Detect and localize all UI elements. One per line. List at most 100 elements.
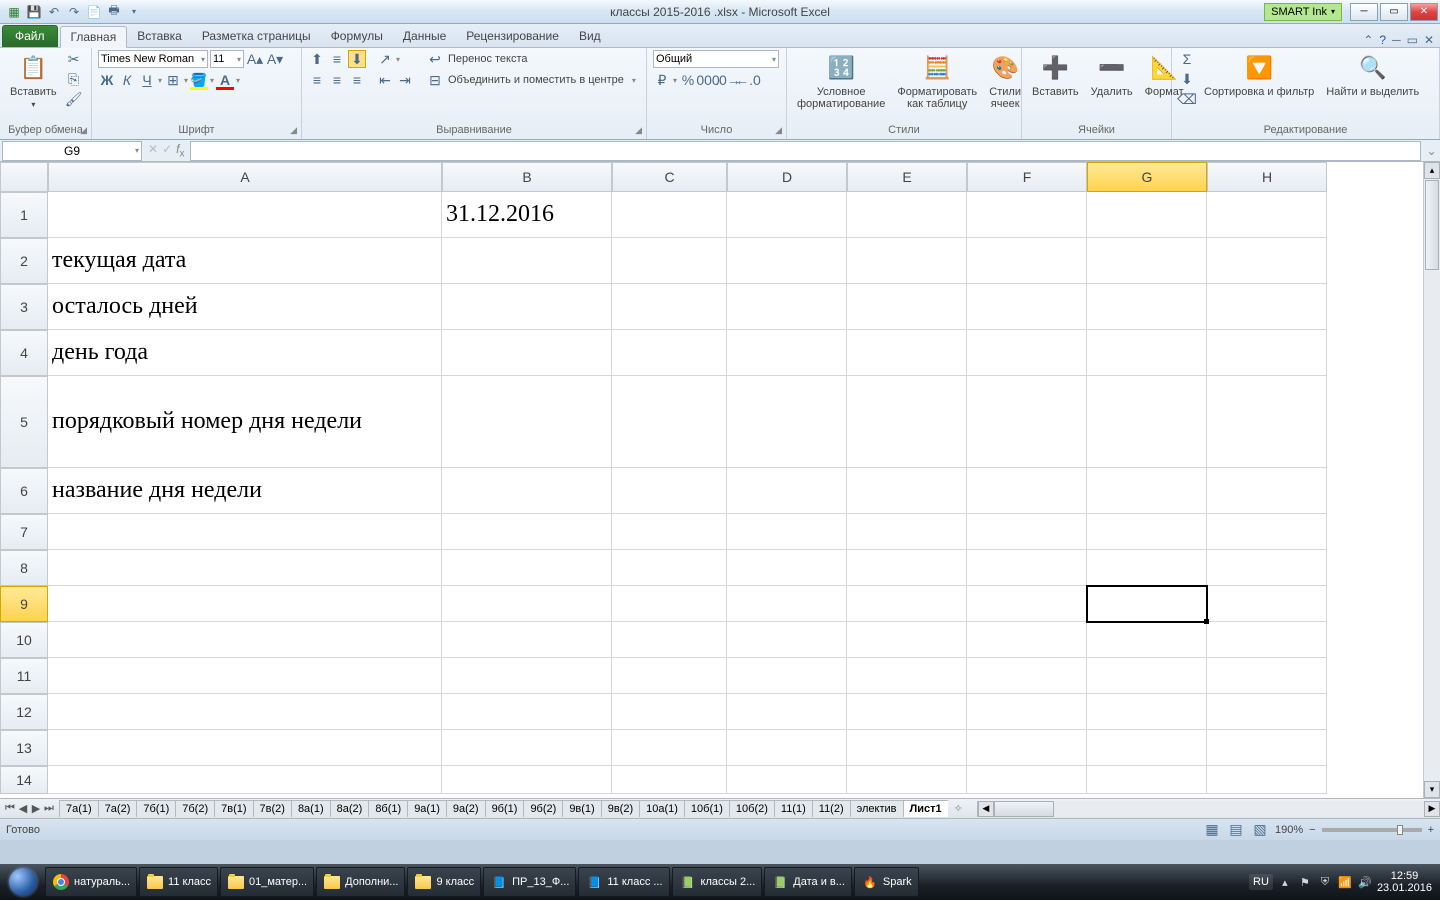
sheet-tab[interactable]: Лист1 (903, 800, 948, 817)
zoom-level[interactable]: 190% (1275, 824, 1303, 836)
cell[interactable] (1087, 376, 1207, 468)
zoom-in-icon[interactable]: + (1428, 824, 1434, 836)
ribbon-tab-Рецензирование[interactable]: Рецензирование (456, 26, 569, 47)
column-header[interactable]: B (442, 162, 612, 192)
taskbar-item[interactable]: Дополни... (316, 867, 405, 897)
align-top-icon[interactable]: ⬆ (308, 50, 326, 68)
cell[interactable] (967, 694, 1087, 730)
shrink-font-icon[interactable]: A▾ (266, 50, 284, 68)
file-tab[interactable]: Файл (2, 25, 58, 47)
cell[interactable] (727, 284, 847, 330)
cell[interactable] (442, 238, 612, 284)
cell[interactable] (612, 622, 727, 658)
cancel-formula-icon[interactable]: ✕ (148, 142, 158, 159)
cell[interactable] (612, 730, 727, 766)
qat-icon-2[interactable]: 🖶 (106, 4, 122, 20)
border-icon[interactable]: ⊞ (164, 71, 182, 89)
sheet-tab[interactable]: 7б(1) (136, 800, 176, 817)
cell[interactable] (1087, 586, 1207, 622)
cell[interactable] (612, 192, 727, 238)
cell[interactable] (967, 192, 1087, 238)
help-icon[interactable]: ? (1379, 33, 1386, 47)
merge-center-button[interactable]: ⊟Объединить и поместить в центре▾ (426, 71, 636, 89)
save-icon[interactable]: 💾 (26, 4, 42, 20)
cell[interactable] (1207, 694, 1327, 730)
cell[interactable] (847, 694, 967, 730)
new-sheet-icon[interactable]: ✧ (948, 802, 969, 815)
cell[interactable] (612, 284, 727, 330)
cell[interactable] (727, 658, 847, 694)
cell[interactable] (727, 586, 847, 622)
sheet-tab[interactable]: электив (850, 800, 904, 817)
view-page-break-icon[interactable]: ▧ (1251, 821, 1269, 839)
cell[interactable] (1087, 330, 1207, 376)
align-center-icon[interactable]: ≡ (328, 71, 346, 89)
cell[interactable] (727, 238, 847, 284)
cell[interactable] (442, 550, 612, 586)
tray-volume-icon[interactable]: 🔊 (1357, 874, 1373, 890)
qat-dropdown-icon[interactable]: ▾ (126, 4, 142, 20)
row-header[interactable]: 1 (0, 192, 48, 238)
cell[interactable] (967, 514, 1087, 550)
row-header[interactable]: 14 (0, 766, 48, 794)
row-header[interactable]: 12 (0, 694, 48, 730)
cell[interactable] (1207, 586, 1327, 622)
name-box[interactable]: G9▾ (2, 141, 142, 161)
cell[interactable]: текущая дата (48, 238, 442, 284)
cell[interactable] (612, 586, 727, 622)
fx-icon[interactable]: fx (176, 142, 184, 159)
cell[interactable] (1087, 284, 1207, 330)
row-header[interactable]: 2 (0, 238, 48, 284)
cell[interactable] (847, 766, 967, 794)
cell[interactable] (967, 766, 1087, 794)
sort-filter-button[interactable]: 🔽Сортировка и фильтр (1200, 50, 1318, 100)
row-header[interactable]: 7 (0, 514, 48, 550)
align-left-icon[interactable]: ≡ (308, 71, 326, 89)
start-button[interactable] (2, 866, 44, 898)
indent-increase-icon[interactable]: ⇥ (396, 71, 414, 89)
tray-shield-icon[interactable]: ⛨ (1317, 874, 1333, 890)
maximize-button[interactable]: ▭ (1380, 3, 1408, 21)
font-dialog-launcher[interactable]: ◢ (290, 125, 297, 136)
minimize-button[interactable]: ─ (1350, 3, 1378, 21)
sheet-nav-prev-icon[interactable]: ◀ (17, 802, 29, 815)
sheet-tab[interactable]: 9б(2) (523, 800, 563, 817)
sheet-tab[interactable]: 7в(2) (253, 800, 292, 817)
row-header[interactable]: 13 (0, 730, 48, 766)
cell[interactable] (967, 730, 1087, 766)
cell[interactable] (1207, 192, 1327, 238)
ribbon-tab-Разметка страницы[interactable]: Разметка страницы (192, 26, 321, 47)
cell[interactable] (967, 550, 1087, 586)
cell[interactable] (48, 192, 442, 238)
cell[interactable] (1207, 766, 1327, 794)
ribbon-minimize-icon[interactable]: ⌃ (1363, 33, 1373, 47)
language-indicator[interactable]: RU (1249, 874, 1273, 890)
cell[interactable] (1207, 622, 1327, 658)
cell[interactable]: 31.12.2016 (442, 192, 612, 238)
cell[interactable] (442, 376, 612, 468)
cell[interactable] (1087, 468, 1207, 514)
sheet-tab[interactable]: 10б(2) (729, 800, 775, 817)
cell[interactable] (727, 376, 847, 468)
percent-icon[interactable]: % (679, 71, 697, 89)
cell[interactable] (847, 550, 967, 586)
sheet-tab[interactable]: 8а(2) (330, 800, 370, 817)
cell[interactable] (1207, 376, 1327, 468)
decrease-decimal-icon[interactable]: ←.0 (739, 71, 757, 89)
tray-network-icon[interactable]: 📶 (1337, 874, 1353, 890)
indent-decrease-icon[interactable]: ⇤ (376, 71, 394, 89)
column-header[interactable]: H (1207, 162, 1327, 192)
cell[interactable] (612, 468, 727, 514)
sheet-tab[interactable]: 9а(2) (446, 800, 486, 817)
font-name-combo[interactable]: Times New Roman▾ (98, 50, 208, 68)
find-select-button[interactable]: 🔍Найти и выделить (1322, 50, 1423, 100)
autosum-icon[interactable]: Σ (1178, 50, 1196, 68)
cell[interactable] (847, 730, 967, 766)
cell[interactable] (727, 730, 847, 766)
cell[interactable] (1087, 514, 1207, 550)
cell[interactable] (442, 694, 612, 730)
cell[interactable] (727, 550, 847, 586)
cell[interactable] (1207, 468, 1327, 514)
cell[interactable] (1087, 694, 1207, 730)
formula-input[interactable] (190, 141, 1421, 161)
